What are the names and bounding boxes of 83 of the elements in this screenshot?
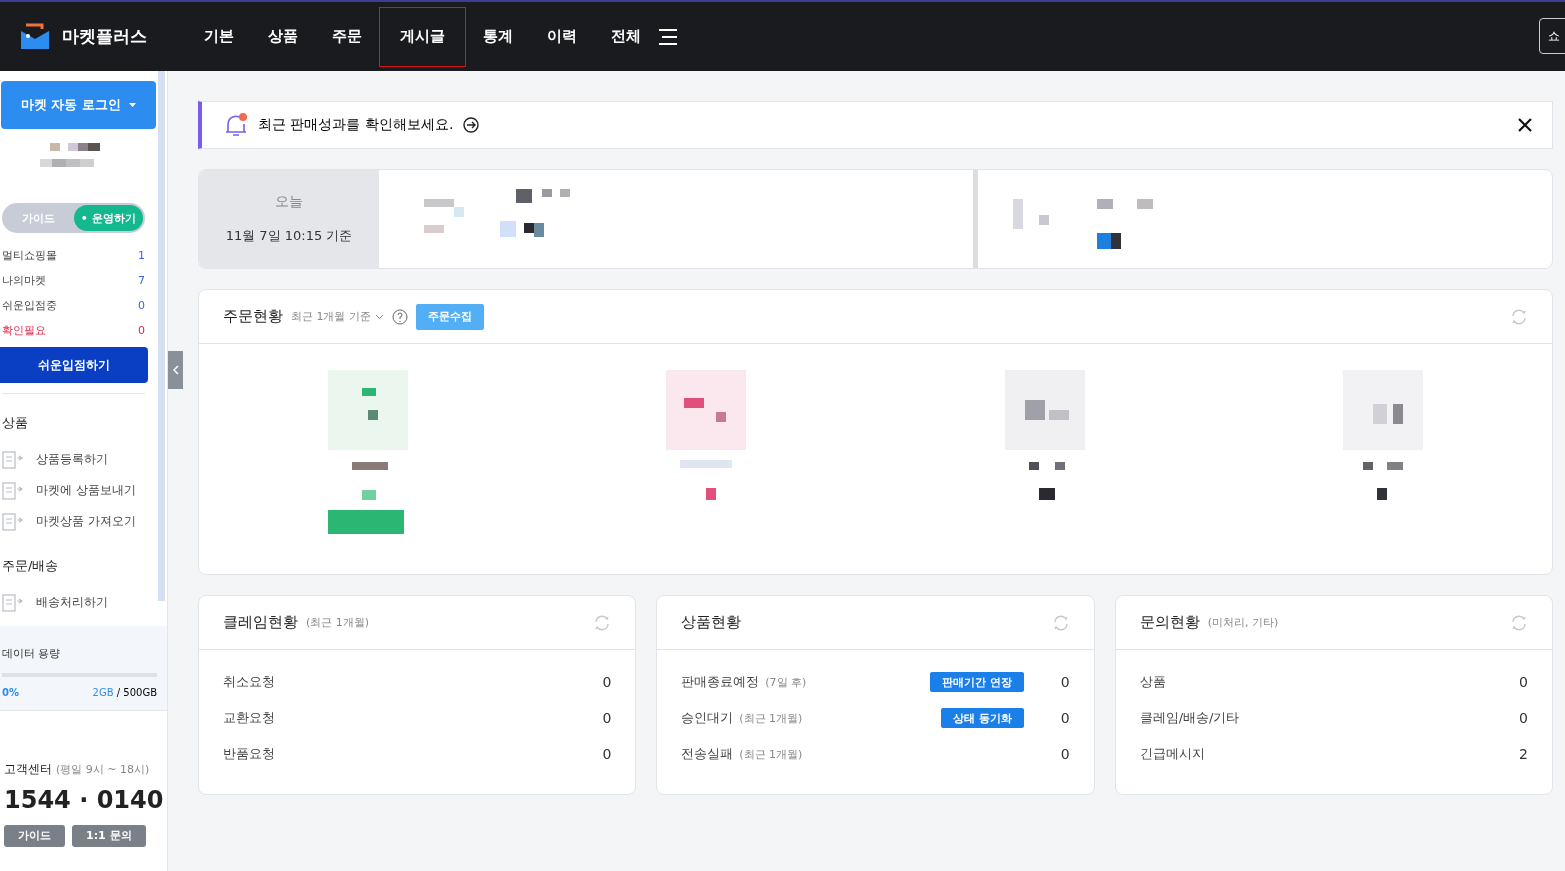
row-action-button[interactable]: 판매기간 연장 — [929, 672, 1024, 692]
stat-value[interactable]: 7 — [138, 274, 145, 287]
phone-number: 1544 · 0140 — [4, 786, 165, 814]
refresh-icon[interactable] — [1051, 613, 1070, 632]
refresh-icon[interactable] — [593, 613, 612, 632]
stat-label: 확인필요 — [2, 323, 46, 338]
storage-percent: 0% — [2, 687, 19, 698]
chevron-down-icon — [374, 314, 384, 320]
support-button[interactable]: 1:1 문의 — [72, 824, 146, 847]
card-note: (최근 1개월) — [306, 615, 370, 630]
row-label: 긴급메시지 — [1139, 745, 1205, 763]
help-icon[interactable] — [391, 308, 408, 325]
row-value[interactable]: 2 — [1488, 746, 1528, 762]
document-icon — [2, 480, 24, 501]
row-label: 반품요청 — [223, 745, 275, 763]
refresh-icon[interactable] — [1510, 613, 1528, 632]
today-label: 오늘 — [275, 193, 303, 211]
row-note: (7일 후) — [765, 674, 807, 690]
nav-item[interactable]: 기본 — [187, 6, 251, 67]
menu-icon[interactable] — [658, 27, 678, 46]
logo-icon — [20, 22, 50, 51]
brand-name: 마켓플러스 — [62, 25, 147, 48]
document-icon — [2, 511, 24, 532]
notice-text: 최근 판매성과를 확인해보세요. — [258, 116, 454, 134]
storage-usage: 2GB / 500GB — [92, 687, 157, 698]
nav-item[interactable]: 게시글 — [379, 6, 466, 67]
row-note: (최근 1개월) — [739, 746, 803, 762]
stat-label: 쉬운입점중 — [2, 298, 57, 313]
stat-value[interactable]: 1 — [138, 249, 145, 262]
row-label: 취소요청 — [223, 673, 275, 691]
row-label: 판매종료예정 — [681, 673, 760, 691]
support-button[interactable]: 가이드 — [4, 824, 65, 847]
support-title: 고객센터 (평일 9시 ~ 18시) — [4, 761, 151, 778]
row-label: 클레임/배송/기타 — [1139, 709, 1240, 727]
section-title: 상품 — [1, 414, 29, 432]
row-value[interactable]: 0 — [571, 746, 612, 762]
collapse-handle[interactable] — [168, 351, 183, 389]
nav-item[interactable]: 주문 — [315, 6, 379, 67]
close-icon[interactable] — [1518, 118, 1532, 132]
nav-item[interactable]: 이력 — [530, 6, 594, 67]
menu-item[interactable]: 배송처리하기 — [0, 587, 167, 618]
card-title: 문의현황 — [1139, 613, 1200, 632]
menu-item[interactable]: 상품등록하기 — [0, 444, 167, 475]
easy-entry-button[interactable]: 쉬운입점하기 — [0, 347, 148, 383]
row-value[interactable]: 0 — [571, 674, 612, 690]
row-value[interactable]: 0 — [1029, 674, 1070, 690]
section-title: 주문/배송 — [1, 557, 60, 575]
card-note: (미처리, 기타) — [1207, 615, 1279, 630]
menu-item[interactable]: 마켓상품 가져오기 — [0, 506, 167, 537]
row-label: 상품 — [1139, 673, 1166, 691]
row-value[interactable]: 0 — [1488, 674, 1528, 690]
card-title: 클레임현황 — [223, 613, 298, 632]
nav-item[interactable]: 상품 — [251, 6, 315, 67]
card-title: 상품현황 — [681, 613, 742, 632]
chevron-left-icon — [172, 365, 179, 375]
row-value[interactable]: 0 — [1029, 710, 1070, 726]
nav-item[interactable]: 전체 — [594, 6, 658, 67]
arrow-circle-icon[interactable] — [463, 117, 480, 133]
caret-icon — [129, 103, 137, 107]
row-label: 승인대기 — [681, 709, 734, 727]
row-value[interactable]: 0 — [571, 710, 612, 726]
stat-value[interactable]: 0 — [138, 324, 145, 337]
document-icon — [2, 592, 24, 613]
today-time: 11월 7일 10:15 기준 — [225, 227, 353, 245]
scrollbar[interactable] — [158, 71, 165, 601]
row-note: (최근 1개월) — [739, 710, 803, 726]
row-label: 교환요청 — [223, 709, 275, 727]
refresh-icon[interactable] — [1510, 307, 1528, 326]
stat-value[interactable]: 0 — [138, 299, 145, 312]
storage-title: 데이터 용량 — [2, 646, 62, 661]
shop-button[interactable]: 쇼 — [1539, 18, 1565, 54]
row-action-button[interactable]: 상태 동기화 — [940, 708, 1024, 728]
row-value[interactable]: 0 — [1488, 710, 1528, 726]
row-label: 전송실패 — [681, 745, 734, 763]
period-dropdown[interactable]: 최근 1개월 기준 — [291, 309, 384, 324]
card-title: 주문현황 — [223, 307, 283, 326]
menu-item[interactable]: 마켓에 상품보내기 — [0, 475, 167, 506]
bell-icon — [224, 112, 248, 138]
row-value[interactable]: 0 — [1029, 746, 1070, 762]
stat-label: 나의마켓 — [2, 273, 46, 288]
nav-item[interactable]: 통계 — [466, 6, 530, 67]
document-icon — [2, 449, 24, 470]
stat-label: 멀티쇼핑몰 — [2, 248, 57, 263]
